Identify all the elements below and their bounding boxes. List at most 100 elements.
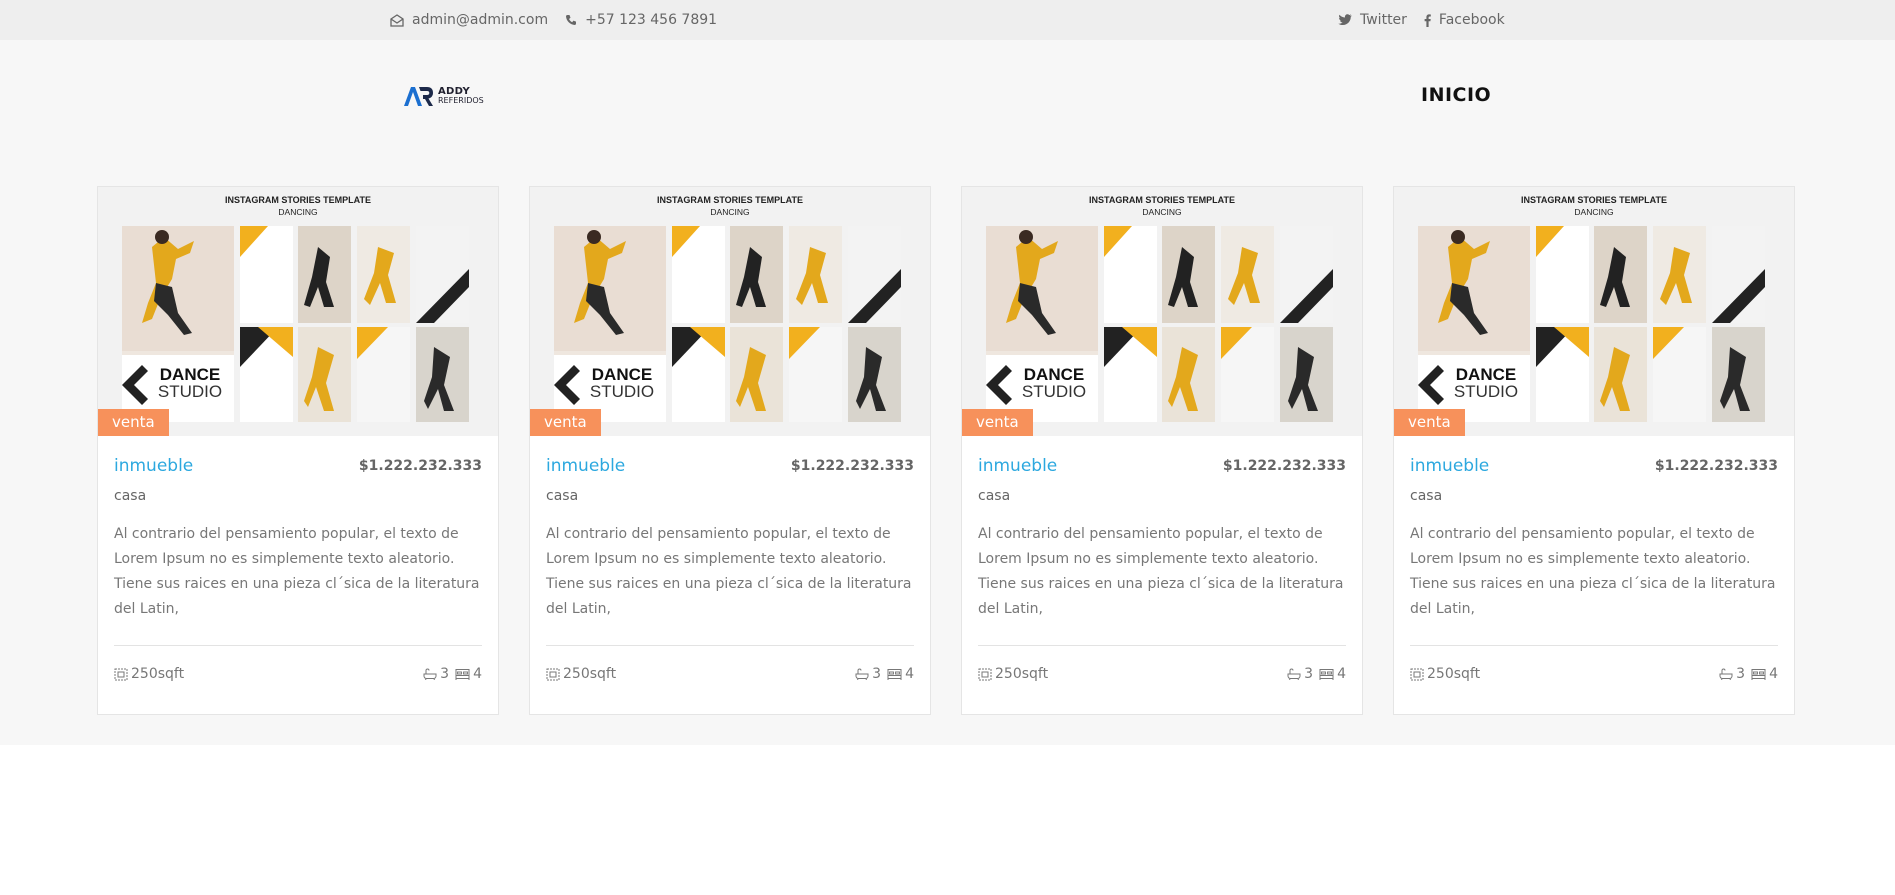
poster-title: INSTAGRAM STORIES TEMPLATE xyxy=(225,195,371,205)
area-icon xyxy=(978,668,992,681)
listing-area: 250sqft xyxy=(546,666,616,682)
card-divider xyxy=(978,645,1346,646)
listing-price: $1.222.232.333 xyxy=(1222,458,1346,474)
phone-text: +57 123 456 7891 xyxy=(585,12,718,28)
envelope-icon xyxy=(390,13,404,27)
listing-status-badge: venta xyxy=(530,409,601,436)
baths-value: 3 xyxy=(440,666,450,682)
listing-area: 250sqft xyxy=(114,666,184,682)
listing-status-badge: venta xyxy=(1394,409,1465,436)
listing-rooms: 3 4 xyxy=(423,666,482,682)
nav-item-inicio[interactable]: INICIO xyxy=(1421,84,1491,106)
beds-value: 4 xyxy=(905,666,914,682)
listing-card[interactable]: INSTAGRAM STORIES TEMPLATE DANCING DANCE… xyxy=(1393,186,1795,715)
listing-status-badge: venta xyxy=(98,409,169,436)
listings-section: ADDY REFERIDOS INICIO INSTAGRAM STORIES … xyxy=(0,40,1895,745)
listing-rooms: 3 4 xyxy=(1287,666,1346,682)
logo-line-2: REFERIDOS xyxy=(438,96,484,105)
twitter-link[interactable]: Twitter xyxy=(1338,12,1407,28)
listing-card[interactable]: INSTAGRAM STORIES TEMPLATE DANCING DANCE… xyxy=(529,186,931,715)
baths-value: 3 xyxy=(1304,666,1314,682)
phone-icon xyxy=(565,14,577,26)
poster-subtitle: DANCING xyxy=(278,207,317,217)
listing-rooms: 3 4 xyxy=(1719,666,1778,682)
poster-graphic: INSTAGRAM STORIES TEMPLATE DANCING DANCE… xyxy=(98,187,498,436)
listing-image[interactable]: INSTAGRAM STORIES TEMPLATE DANCING DANCE… xyxy=(962,187,1362,436)
twitter-label: Twitter xyxy=(1360,12,1407,28)
poster-subtitle: DANCING xyxy=(1142,207,1181,217)
email-text: admin@admin.com xyxy=(412,12,549,28)
listing-description: Al contrario del pensamiento popular, el… xyxy=(1410,526,1776,617)
listing-rooms: 3 4 xyxy=(855,666,914,682)
poster-graphic: INSTAGRAM STORIES TEMPLATE DANCING DANCE… xyxy=(1394,187,1794,436)
poster-subtitle: DANCING xyxy=(1574,207,1613,217)
listing-area: 250sqft xyxy=(978,666,1048,682)
twitter-icon xyxy=(1338,14,1352,26)
area-value: 250sqft xyxy=(563,666,617,682)
bed-icon xyxy=(1319,668,1334,680)
poster-title: INSTAGRAM STORIES TEMPLATE xyxy=(1521,195,1667,205)
poster-brand-2: STUDIO xyxy=(1022,382,1086,401)
area-value: 250sqft xyxy=(1427,666,1481,682)
poster-graphic: INSTAGRAM STORIES TEMPLATE DANCING DANCE… xyxy=(530,187,930,436)
listing-card[interactable]: INSTAGRAM STORIES TEMPLATE DANCING DANCE… xyxy=(961,186,1363,715)
poster-graphic: INSTAGRAM STORIES TEMPLATE DANCING DANCE… xyxy=(962,187,1362,436)
bed-icon xyxy=(455,668,470,680)
listing-title[interactable]: inmueble xyxy=(114,456,193,476)
listing-card[interactable]: INSTAGRAM STORIES TEMPLATE DANCING DANCE… xyxy=(97,186,499,715)
bathtub-icon xyxy=(855,668,869,681)
contact-info: admin@admin.com +57 123 456 7891 xyxy=(390,0,717,40)
area-icon xyxy=(114,668,128,681)
poster-brand-2: STUDIO xyxy=(590,382,654,401)
bed-icon xyxy=(1751,668,1766,680)
listing-description: Al contrario del pensamiento popular, el… xyxy=(546,526,912,617)
listing-description: Al contrario del pensamiento popular, el… xyxy=(978,526,1344,617)
listing-area: 250sqft xyxy=(1410,666,1480,682)
listing-image[interactable]: INSTAGRAM STORIES TEMPLATE DANCING DANCE… xyxy=(98,187,498,436)
listing-image[interactable]: INSTAGRAM STORIES TEMPLATE DANCING DANCE… xyxy=(530,187,930,436)
beds-value: 4 xyxy=(1337,666,1346,682)
poster-brand-2: STUDIO xyxy=(1454,382,1518,401)
card-divider xyxy=(546,645,914,646)
listing-title[interactable]: inmueble xyxy=(1410,456,1489,476)
listing-title[interactable]: inmueble xyxy=(978,456,1057,476)
phone-contact[interactable]: +57 123 456 7891 xyxy=(565,12,717,28)
site-logo[interactable]: ADDY REFERIDOS xyxy=(403,85,484,107)
bed-icon xyxy=(887,668,902,680)
logo-mark-icon xyxy=(404,87,433,106)
listing-price: $1.222.232.333 xyxy=(790,458,914,474)
poster-brand-2: STUDIO xyxy=(158,382,222,401)
listing-type: casa xyxy=(978,488,1011,504)
beds-value: 4 xyxy=(473,666,482,682)
listing-image[interactable]: INSTAGRAM STORIES TEMPLATE DANCING DANCE… xyxy=(1394,187,1794,436)
listing-title[interactable]: inmueble xyxy=(546,456,625,476)
listing-type: casa xyxy=(114,488,147,504)
listing-type: casa xyxy=(546,488,579,504)
area-icon xyxy=(546,668,560,681)
listing-description: Al contrario del pensamiento popular, el… xyxy=(114,526,480,617)
bathtub-icon xyxy=(1287,668,1301,681)
facebook-label: Facebook xyxy=(1438,12,1505,28)
listing-price: $1.222.232.333 xyxy=(358,458,482,474)
poster-title: INSTAGRAM STORIES TEMPLATE xyxy=(1089,195,1235,205)
baths-value: 3 xyxy=(1736,666,1746,682)
listing-price: $1.222.232.333 xyxy=(1654,458,1778,474)
facebook-link[interactable]: Facebook xyxy=(1424,12,1505,28)
card-divider xyxy=(114,645,482,646)
listing-status-badge: venta xyxy=(962,409,1033,436)
card-divider xyxy=(1410,645,1778,646)
social-links: Twitter Facebook xyxy=(1338,0,1505,40)
poster-subtitle: DANCING xyxy=(710,207,749,217)
area-icon xyxy=(1410,668,1424,681)
poster-title: INSTAGRAM STORIES TEMPLATE xyxy=(657,195,803,205)
area-value: 250sqft xyxy=(995,666,1049,682)
beds-value: 4 xyxy=(1769,666,1778,682)
email-contact[interactable]: admin@admin.com xyxy=(390,12,548,28)
top-bar: admin@admin.com +57 123 456 7891 Twitter… xyxy=(0,0,1895,40)
area-value: 250sqft xyxy=(131,666,185,682)
bathtub-icon xyxy=(1719,668,1733,681)
listing-type: casa xyxy=(1410,488,1443,504)
facebook-icon xyxy=(1424,13,1431,27)
bathtub-icon xyxy=(423,668,437,681)
baths-value: 3 xyxy=(872,666,882,682)
